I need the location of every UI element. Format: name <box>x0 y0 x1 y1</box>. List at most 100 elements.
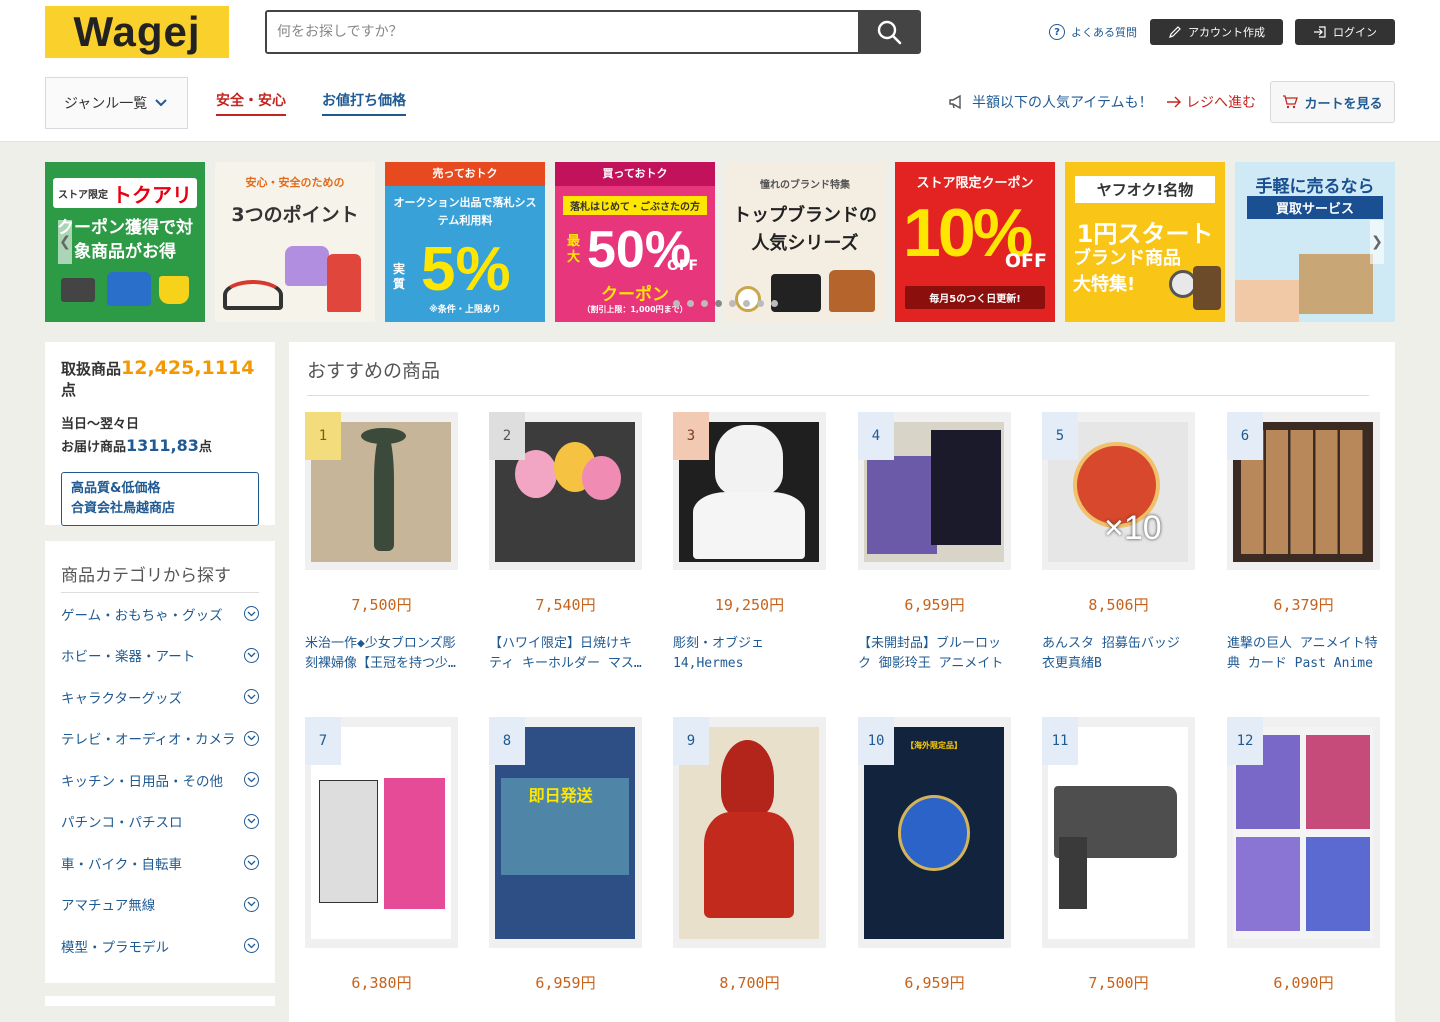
banner-6-note: 毎月5のつく日更新! <box>905 286 1045 309</box>
product-image-frame[interactable]: 2 <box>489 412 642 570</box>
site-logo[interactable]: Wagej <box>45 6 229 58</box>
banner-5-bag-black <box>771 274 821 312</box>
fast-delivery-label-b: お届け商品 <box>61 440 127 455</box>
product-image-frame[interactable]: 9 <box>673 717 826 948</box>
banner-store-coupon[interactable]: ストア限定クーポン 10% OFF 毎月5のつく日更新! <box>895 162 1055 322</box>
product-price: 7,540円 <box>535 596 596 614</box>
register-link[interactable]: レジへ進む <box>1166 92 1256 112</box>
login-label: ログイン <box>1333 26 1377 39</box>
product-image-frame[interactable]: 5 ×10 <box>1042 412 1195 570</box>
genre-dropdown[interactable]: ジャンル一覧 <box>45 77 188 129</box>
fast-delivery-count: 1311,83 <box>126 436 199 455</box>
product-title[interactable]: 米治一作◆少女ブロンズ彫刻裸婦像【王冠を持つ少女】 <box>305 634 458 674</box>
slider-dot[interactable] <box>673 300 680 307</box>
product-image-frame[interactable]: 10 【海外限定品】 <box>858 717 1011 948</box>
product-image-frame[interactable]: 11 <box>1042 717 1195 948</box>
category-item[interactable]: ゲーム・おもちゃ・グッズ <box>61 593 259 635</box>
nav-safe-link[interactable]: 安全・安心 <box>216 90 286 116</box>
banner-coupon-50[interactable]: 買っておトク 落札はじめて・ごぶさたの方 最大 50% OFF クーポン （割引… <box>555 162 715 322</box>
product-title[interactable]: 【ハワイ限定】日焼けキティ キーホルダー マスコット <box>489 634 642 674</box>
category-item[interactable]: パチンコ・パチスロ <box>61 801 259 843</box>
chevron-down-icon[interactable] <box>244 772 259 788</box>
banner-3-main: オークション出品で落札システム利用料 <box>393 196 537 227</box>
chevron-down-icon[interactable] <box>244 813 259 829</box>
banner-safety-points[interactable]: 安心・安全のための 3つのポイント <box>215 162 375 322</box>
product-card[interactable]: 3 19,250円彫刻・オブジェ 14,Hermes <box>673 412 826 674</box>
product-image-frame[interactable]: 7 <box>305 717 458 948</box>
product-title[interactable]: あんスタ 招募缶バッジ 衣更真緒B <box>1042 634 1195 674</box>
nav-deal-link[interactable]: お値打ち価格 <box>322 90 406 116</box>
product-image-frame[interactable]: 4 <box>858 412 1011 570</box>
faq-link[interactable]: ? よくある質問 <box>1049 22 1137 42</box>
banner-2-main: 3つのポイント <box>231 204 359 226</box>
category-item[interactable]: 車・バイク・自転車 <box>61 842 259 884</box>
slider-dot[interactable] <box>701 300 708 307</box>
search-input[interactable] <box>267 12 858 52</box>
chevron-down-icon[interactable] <box>244 730 259 746</box>
chevron-down-icon[interactable] <box>244 855 259 871</box>
category-panel: 商品カテゴリから探す ゲーム・おもちゃ・グッズ ホビー・楽器・アートキャラクターグ… <box>45 541 275 983</box>
rank-badge: 8 <box>489 717 525 765</box>
category-item[interactable]: ホビー・楽器・アート <box>61 635 259 677</box>
chevron-down-icon[interactable] <box>244 606 259 622</box>
product-card[interactable]: 4 6,959円 【未開封品】ブルーロック 御影玲王 アニメイト <box>858 412 1011 674</box>
cart-button[interactable]: カートを見る <box>1270 81 1395 123</box>
slider-prev-arrow[interactable]: ❮ <box>58 220 72 264</box>
product-price: 7,500円 <box>351 596 412 614</box>
product-title[interactable]: 進撃の巨人 アニメイト特典 カード Past Anime <box>1227 634 1380 674</box>
product-card[interactable]: 6 6,379円 進撃の巨人 アニメイト特典 カード Past Anime <box>1227 412 1380 674</box>
product-image-text: ×10 <box>1104 508 1162 547</box>
category-item[interactable]: テレビ・オーディオ・カメラ <box>61 718 259 760</box>
chevron-down-icon[interactable] <box>244 938 259 954</box>
product-image-frame[interactable]: 12 <box>1227 717 1380 948</box>
promo-link[interactable]: 半額以下の人気アイテムも！ <box>948 92 1153 112</box>
product-card[interactable]: 5 ×10 8,506円 あんスタ 招募缶バッジ 衣更真緒B <box>1042 412 1195 674</box>
banner-1yen-start[interactable]: ヤフオク!名物 1円スタート ブランド商品大特集! <box>1065 162 1225 322</box>
category-label: アマチュア無線 <box>61 898 156 915</box>
product-card[interactable]: 9 8,700円 <box>673 717 826 993</box>
product-price: 19,250円 <box>714 596 785 614</box>
product-title[interactable]: 彫刻・オブジェ 14,Hermes <box>673 634 826 674</box>
product-card[interactable]: 10 【海外限定品】 6,959円 <box>858 717 1011 993</box>
product-title[interactable]: 【未開封品】ブルーロック 御影玲王 アニメイト <box>858 634 1011 674</box>
slider-dot[interactable] <box>715 300 722 307</box>
slider-dot[interactable] <box>771 300 778 307</box>
chevron-down-icon[interactable] <box>244 647 259 663</box>
category-label: キッチン・日用品・その他 <box>61 773 223 790</box>
product-card[interactable]: 12 6,090円 <box>1227 717 1380 993</box>
category-title: 商品カテゴリから探す <box>61 561 259 593</box>
rank-badge: 5 <box>1042 412 1078 460</box>
sidebar-next-panel <box>45 996 275 1006</box>
slider-next-arrow[interactable]: ❯ <box>1370 220 1384 264</box>
product-image-frame[interactable]: 3 <box>673 412 826 570</box>
banner-top-brands[interactable]: 憧れのブランド特集 トップブランドの人気シリーズ <box>725 162 885 322</box>
product-card[interactable]: 2 7,540円【ハワイ限定】日焼けキティ キーホルダー マスコット <box>489 412 642 674</box>
product-image-frame[interactable]: 8 即日発送 <box>489 717 642 948</box>
category-item[interactable]: キッチン・日用品・その他 <box>61 759 259 801</box>
category-label: キャラクターグッズ <box>61 690 182 707</box>
product-card[interactable]: 11 7,500円 <box>1042 717 1195 993</box>
category-item[interactable]: アマチュア無線 <box>61 884 259 926</box>
banner-3-label: 実質 <box>393 262 406 291</box>
product-image-frame[interactable]: 6 <box>1227 412 1380 570</box>
product-card[interactable]: 7 6,380円 <box>305 717 458 993</box>
chevron-down-icon[interactable] <box>244 689 259 705</box>
product-card[interactable]: 1 7,500円米治一作◆少女ブロンズ彫刻裸婦像【王冠を持つ少女】 <box>305 412 458 674</box>
search-button[interactable] <box>858 12 919 52</box>
genre-label: ジャンル一覧 <box>64 96 148 112</box>
slider-dot[interactable] <box>743 300 750 307</box>
banner-auction-fee[interactable]: 売っておトク オークション出品で落札システム利用料 実質 5% ※条件・上限あり <box>385 162 545 322</box>
slider-dot[interactable] <box>729 300 736 307</box>
promo-label: 半額以下の人気アイテムも！ <box>972 95 1153 111</box>
chevron-down-icon[interactable] <box>244 896 259 912</box>
create-account-button[interactable]: アカウント作成 <box>1150 19 1283 45</box>
category-item[interactable]: 模型・プラモデル <box>61 925 259 967</box>
category-item[interactable]: キャラクターグッズ <box>61 676 259 718</box>
slider-dot[interactable] <box>757 300 764 307</box>
login-button[interactable]: ログイン <box>1295 19 1395 45</box>
product-card[interactable]: 8 即日発送 6,959円 <box>489 717 642 993</box>
banner-5-main: トップブランドの人気シリーズ <box>733 205 877 254</box>
product-image-frame[interactable]: 1 <box>305 412 458 570</box>
slider-dot[interactable] <box>687 300 694 307</box>
shop-link[interactable]: 高品質&低価格 合資会社鳥越商店 <box>61 472 259 526</box>
